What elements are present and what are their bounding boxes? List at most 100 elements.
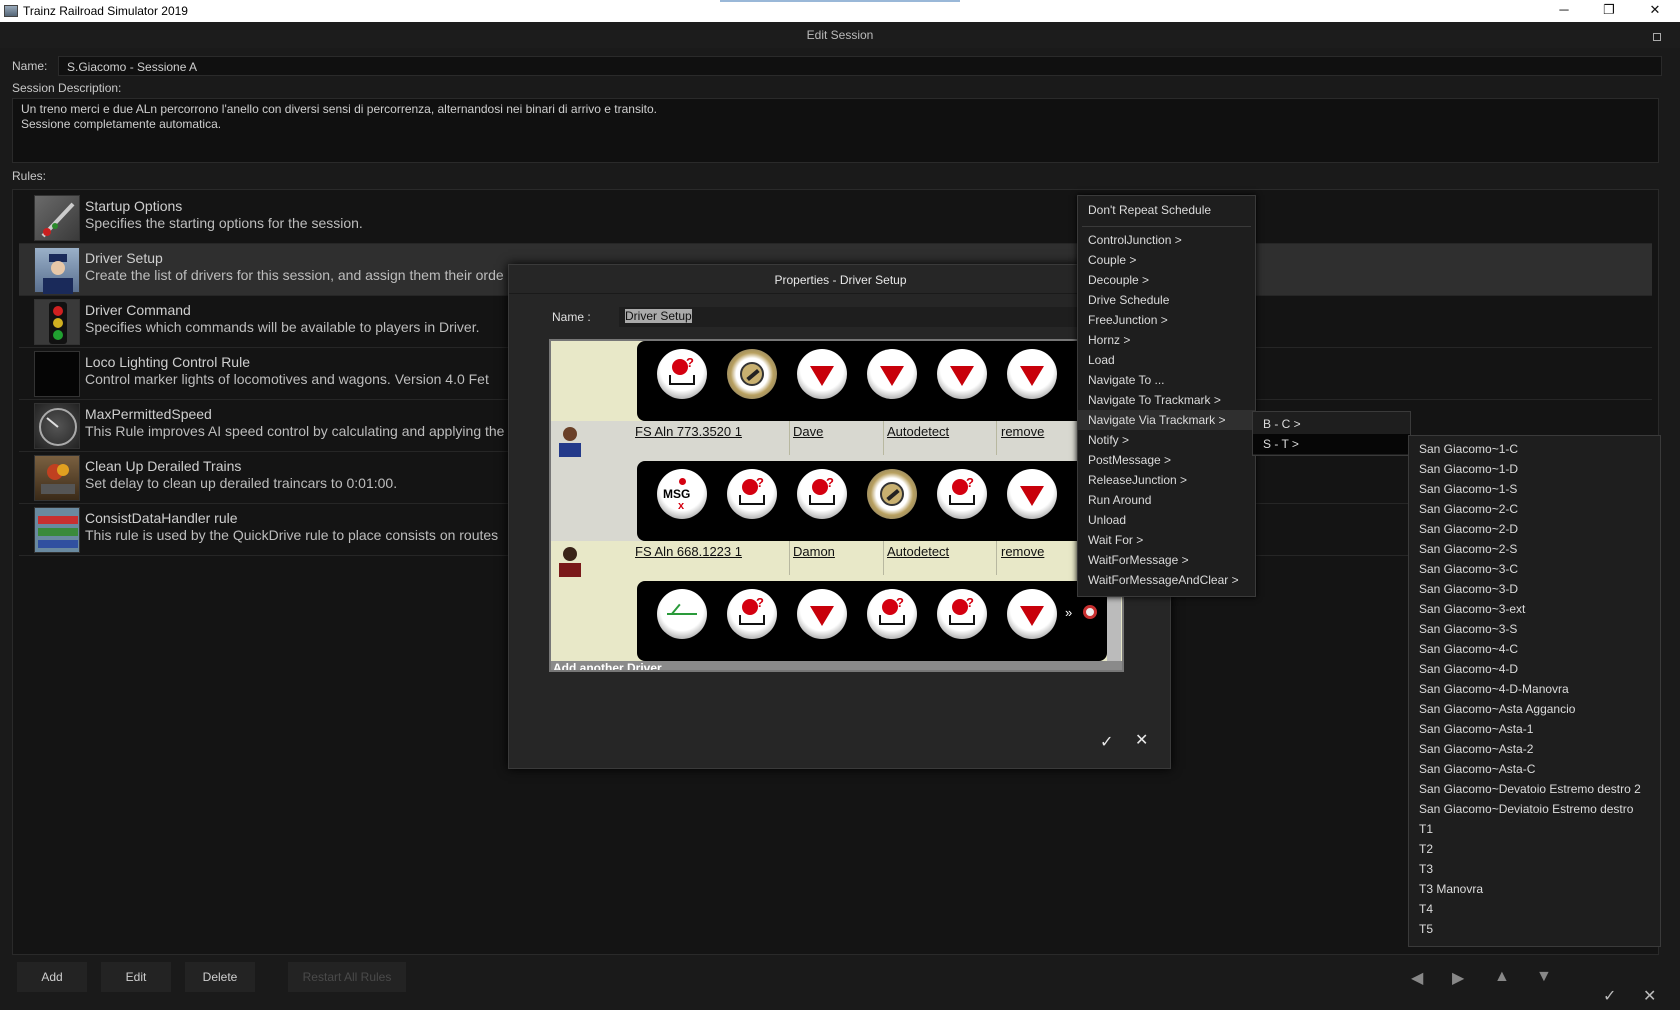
- menu-item-highlighted[interactable]: Navigate Via Trackmark >: [1078, 410, 1255, 430]
- trackmark-item[interactable]: San Giacomo~4-D: [1409, 659, 1518, 679]
- trackmark-item[interactable]: San Giacomo~1-C: [1409, 439, 1518, 459]
- trackmark-item[interactable]: T1: [1409, 819, 1433, 839]
- trackmark-item[interactable]: T5: [1409, 919, 1433, 939]
- menu-item[interactable]: Navigate To ...: [1078, 370, 1255, 390]
- edit-button[interactable]: Edit: [101, 962, 171, 992]
- submenu-item[interactable]: B - C >: [1253, 414, 1410, 434]
- menu-item[interactable]: WaitForMessage >: [1078, 550, 1255, 570]
- close-button[interactable]: ✕: [1632, 0, 1678, 22]
- trackmark-item[interactable]: San Giacomo~3-S: [1409, 619, 1517, 639]
- trackmark-item[interactable]: San Giacomo~3-C: [1409, 559, 1518, 579]
- signal-icon[interactable]: [657, 589, 707, 639]
- trackmark-group-submenu[interactable]: B - C > S - T >: [1252, 411, 1411, 456]
- maximize-button[interactable]: ❐: [1586, 0, 1632, 22]
- add-driver-button[interactable]: Add another Driver: [551, 661, 1122, 670]
- command-context-menu[interactable]: Don't Repeat Schedule ControlJunction > …: [1077, 195, 1256, 597]
- menu-item[interactable]: ControlJunction >: [1078, 230, 1255, 250]
- dialog-cancel-button[interactable]: ✕: [1135, 730, 1148, 750]
- trackmark-submenu[interactable]: San Giacomo~1-C San Giacomo~1-D San Giac…: [1408, 435, 1661, 947]
- drive-to-bed-icon[interactable]: ?: [657, 349, 707, 399]
- session-name-field[interactable]: S.Giacomo - Sessione A: [58, 56, 1662, 76]
- mode-link[interactable]: Autodetect: [887, 424, 949, 439]
- drive-to-bed-icon[interactable]: ?: [937, 469, 987, 519]
- trackmark-item[interactable]: San Giacomo~1-S: [1409, 479, 1517, 499]
- remove-link[interactable]: remove: [1001, 424, 1044, 439]
- arrow-right-icon[interactable]: ▶: [1452, 968, 1464, 988]
- red-triangle-icon[interactable]: [867, 349, 917, 399]
- menu-item[interactable]: Don't Repeat Schedule: [1078, 200, 1255, 220]
- trackmark-item[interactable]: San Giacomo~4-C: [1409, 639, 1518, 659]
- confirm-button[interactable]: ✓: [1603, 986, 1616, 1006]
- cancel-button[interactable]: ✕: [1643, 986, 1656, 1006]
- menu-item[interactable]: ReleaseJunction >: [1078, 470, 1255, 490]
- trackmark-item[interactable]: San Giacomo~2-C: [1409, 499, 1518, 519]
- trackmark-item[interactable]: San Giacomo~1-D: [1409, 459, 1518, 479]
- key-icon[interactable]: [867, 469, 917, 519]
- restart-all-rules-button[interactable]: Restart All Rules: [288, 962, 406, 992]
- submenu-item-highlighted[interactable]: S - T >: [1253, 434, 1410, 454]
- remove-link[interactable]: remove: [1001, 544, 1044, 559]
- drive-to-bed-icon[interactable]: ?: [797, 469, 847, 519]
- red-triangle-icon[interactable]: [1007, 469, 1057, 519]
- trackmark-item[interactable]: T4: [1409, 899, 1433, 919]
- dialog-name-input[interactable]: Driver Setup: [619, 307, 1089, 327]
- trackmark-item[interactable]: San Giacomo~Asta Aggancio: [1409, 699, 1575, 719]
- trackmark-item[interactable]: San Giacomo~Asta-2: [1409, 739, 1533, 759]
- driver-name-link[interactable]: Damon: [793, 544, 835, 559]
- window-titlebar[interactable]: Trainz Railroad Simulator 2019 ─ ❐ ✕: [0, 0, 1680, 22]
- red-triangle-icon[interactable]: [1007, 349, 1057, 399]
- drive-to-bed-icon[interactable]: ?: [867, 589, 917, 639]
- key-icon[interactable]: [727, 349, 777, 399]
- trackmark-item[interactable]: San Giacomo~Deviatoio Estremo destro: [1409, 799, 1633, 819]
- arrow-left-icon[interactable]: ◀: [1411, 968, 1423, 988]
- trackmark-item[interactable]: San Giacomo~3-D: [1409, 579, 1518, 599]
- trackmark-item[interactable]: San Giacomo~3-ext: [1409, 599, 1525, 619]
- train-link[interactable]: FS Aln 773.3520 1: [635, 424, 742, 439]
- delete-button[interactable]: Delete: [185, 962, 255, 992]
- red-triangle-icon[interactable]: [797, 589, 847, 639]
- menu-item[interactable]: FreeJunction >: [1078, 310, 1255, 330]
- minimize-button[interactable]: ─: [1541, 0, 1587, 22]
- train-link[interactable]: FS Aln 668.1223 1: [635, 544, 742, 559]
- trackmark-item[interactable]: San Giacomo~Asta-1: [1409, 719, 1533, 739]
- driver-row[interactable]: FS Aln 668.1223 1 Damon Autodetect remov…: [551, 541, 1122, 577]
- trackmark-item[interactable]: San Giacomo~4-D-Manovra: [1409, 679, 1569, 699]
- driver-name-link[interactable]: Dave: [793, 424, 823, 439]
- driver-list[interactable]: ? FS Aln 773.3520 1 Dave Autodetect remo…: [549, 339, 1124, 672]
- menu-item[interactable]: Decouple >: [1078, 270, 1255, 290]
- menu-item[interactable]: Wait For >: [1078, 530, 1255, 550]
- chevron-down-icon[interactable]: »: [1065, 605, 1072, 620]
- menu-item[interactable]: WaitForMessageAndClear >: [1078, 570, 1255, 590]
- menu-item[interactable]: Drive Schedule: [1078, 290, 1255, 310]
- menu-item[interactable]: Run Around: [1078, 490, 1255, 510]
- trackmark-item[interactable]: T3: [1409, 859, 1433, 879]
- arrow-up-icon[interactable]: ▲: [1494, 968, 1510, 986]
- trackmark-item[interactable]: T3 Manovra: [1409, 879, 1483, 899]
- mode-link[interactable]: Autodetect: [887, 544, 949, 559]
- trackmark-item[interactable]: T2: [1409, 839, 1433, 859]
- drive-to-bed-icon[interactable]: ?: [727, 589, 777, 639]
- red-triangle-icon[interactable]: [1007, 589, 1057, 639]
- menu-item[interactable]: Navigate To Trackmark >: [1078, 390, 1255, 410]
- menu-item[interactable]: Hornz >: [1078, 330, 1255, 350]
- command-panel[interactable]: MSG x ? ? ?: [637, 461, 1107, 541]
- trackmark-item[interactable]: San Giacomo~Asta-C: [1409, 759, 1535, 779]
- driver-row[interactable]: FS Aln 773.3520 1 Dave Autodetect remove: [551, 421, 1122, 457]
- menu-item[interactable]: Unload: [1078, 510, 1255, 530]
- drive-to-bed-icon[interactable]: ?: [937, 589, 987, 639]
- rule-item[interactable]: Startup Options Specifies the starting o…: [19, 192, 1652, 244]
- menu-item[interactable]: Notify >: [1078, 430, 1255, 450]
- arrow-down-icon[interactable]: ▼: [1536, 968, 1552, 986]
- command-panel[interactable]: ?: [637, 341, 1107, 421]
- trackmark-item[interactable]: San Giacomo~2-S: [1409, 539, 1517, 559]
- drive-to-bed-icon[interactable]: ?: [727, 469, 777, 519]
- session-description-field[interactable]: Un treno merci e due ALn percorrono l'an…: [12, 98, 1659, 163]
- command-panel[interactable]: ? ? ? »: [637, 581, 1107, 661]
- dialog-ok-button[interactable]: ✓: [1100, 732, 1113, 752]
- message-icon[interactable]: MSG x: [657, 469, 707, 519]
- trackmark-item[interactable]: San Giacomo~2-D: [1409, 519, 1518, 539]
- restore-icon[interactable]: [1653, 33, 1661, 41]
- red-triangle-icon[interactable]: [797, 349, 847, 399]
- menu-item[interactable]: PostMessage >: [1078, 450, 1255, 470]
- menu-item[interactable]: Load: [1078, 350, 1255, 370]
